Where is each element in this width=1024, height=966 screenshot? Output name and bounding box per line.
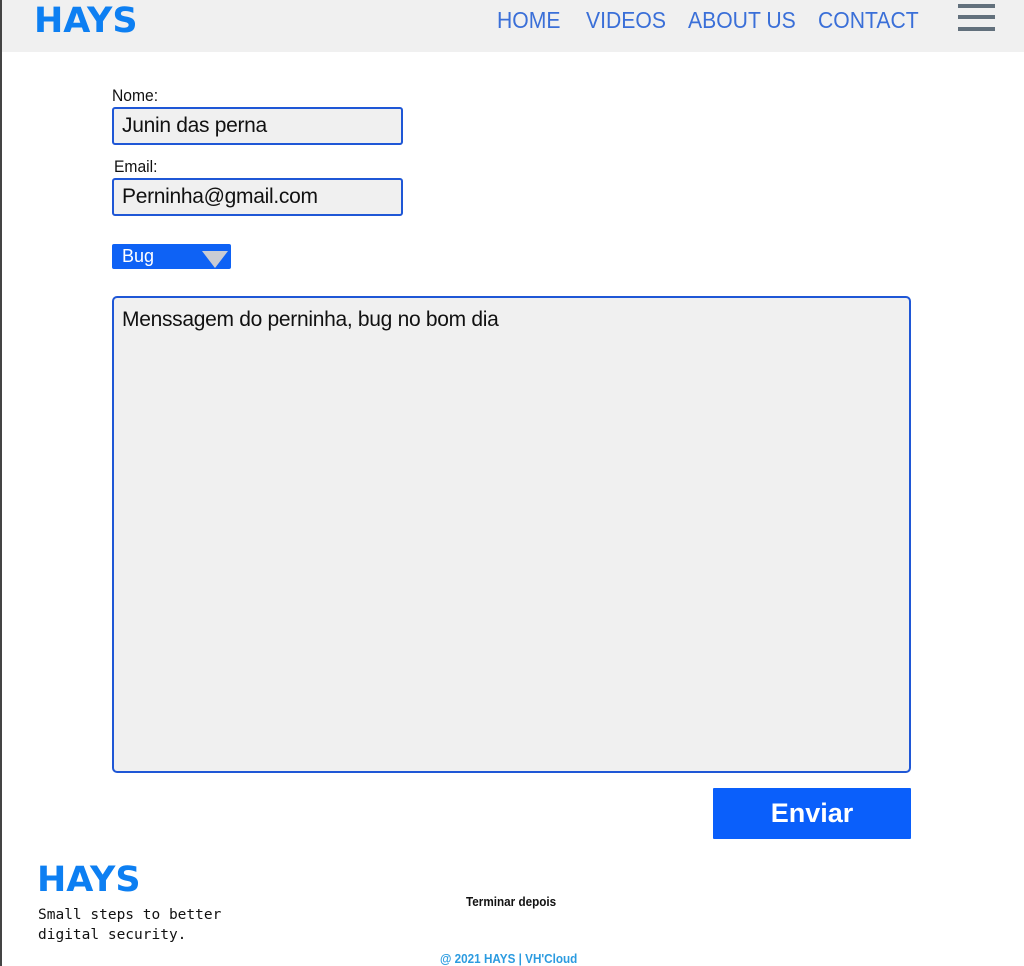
hamburger-line [958, 15, 995, 19]
submit-button[interactable]: Enviar [713, 788, 911, 839]
copyright-text: @ 2021 HAYS | VH'Cloud [440, 951, 578, 966]
name-label: Nome: [112, 86, 159, 105]
message-textarea[interactable]: Menssagem do perninha, bug no bom dia [112, 296, 911, 773]
category-select[interactable]: Bug [112, 244, 231, 269]
name-field[interactable] [112, 107, 403, 145]
hamburger-line [958, 4, 995, 8]
footer-tagline: Small steps to better digital security. [38, 907, 222, 943]
site-header: HAYS HOME VIDEOS ABOUT US CONTACT [2, 0, 1024, 52]
hamburger-menu-icon[interactable] [958, 4, 996, 32]
nav-contact-link[interactable]: CONTACT [818, 6, 919, 34]
email-label: Email: [114, 157, 158, 176]
nav-about-link[interactable]: ABOUT US [688, 6, 796, 34]
page: HAYS HOME VIDEOS ABOUT US CONTACT Nome: … [0, 0, 1024, 966]
nav-videos-link[interactable]: VIDEOS [586, 6, 666, 34]
footer-note: Terminar depois [466, 894, 557, 909]
footer-logo: HAYS [37, 860, 141, 900]
hamburger-line [958, 27, 995, 31]
dropdown-triangle-icon [202, 251, 228, 268]
nav-home-link[interactable]: HOME [497, 6, 560, 34]
category-selected-value: Bug [122, 246, 155, 266]
email-field[interactable] [112, 178, 403, 216]
header-logo[interactable]: HAYS [34, 2, 138, 40]
